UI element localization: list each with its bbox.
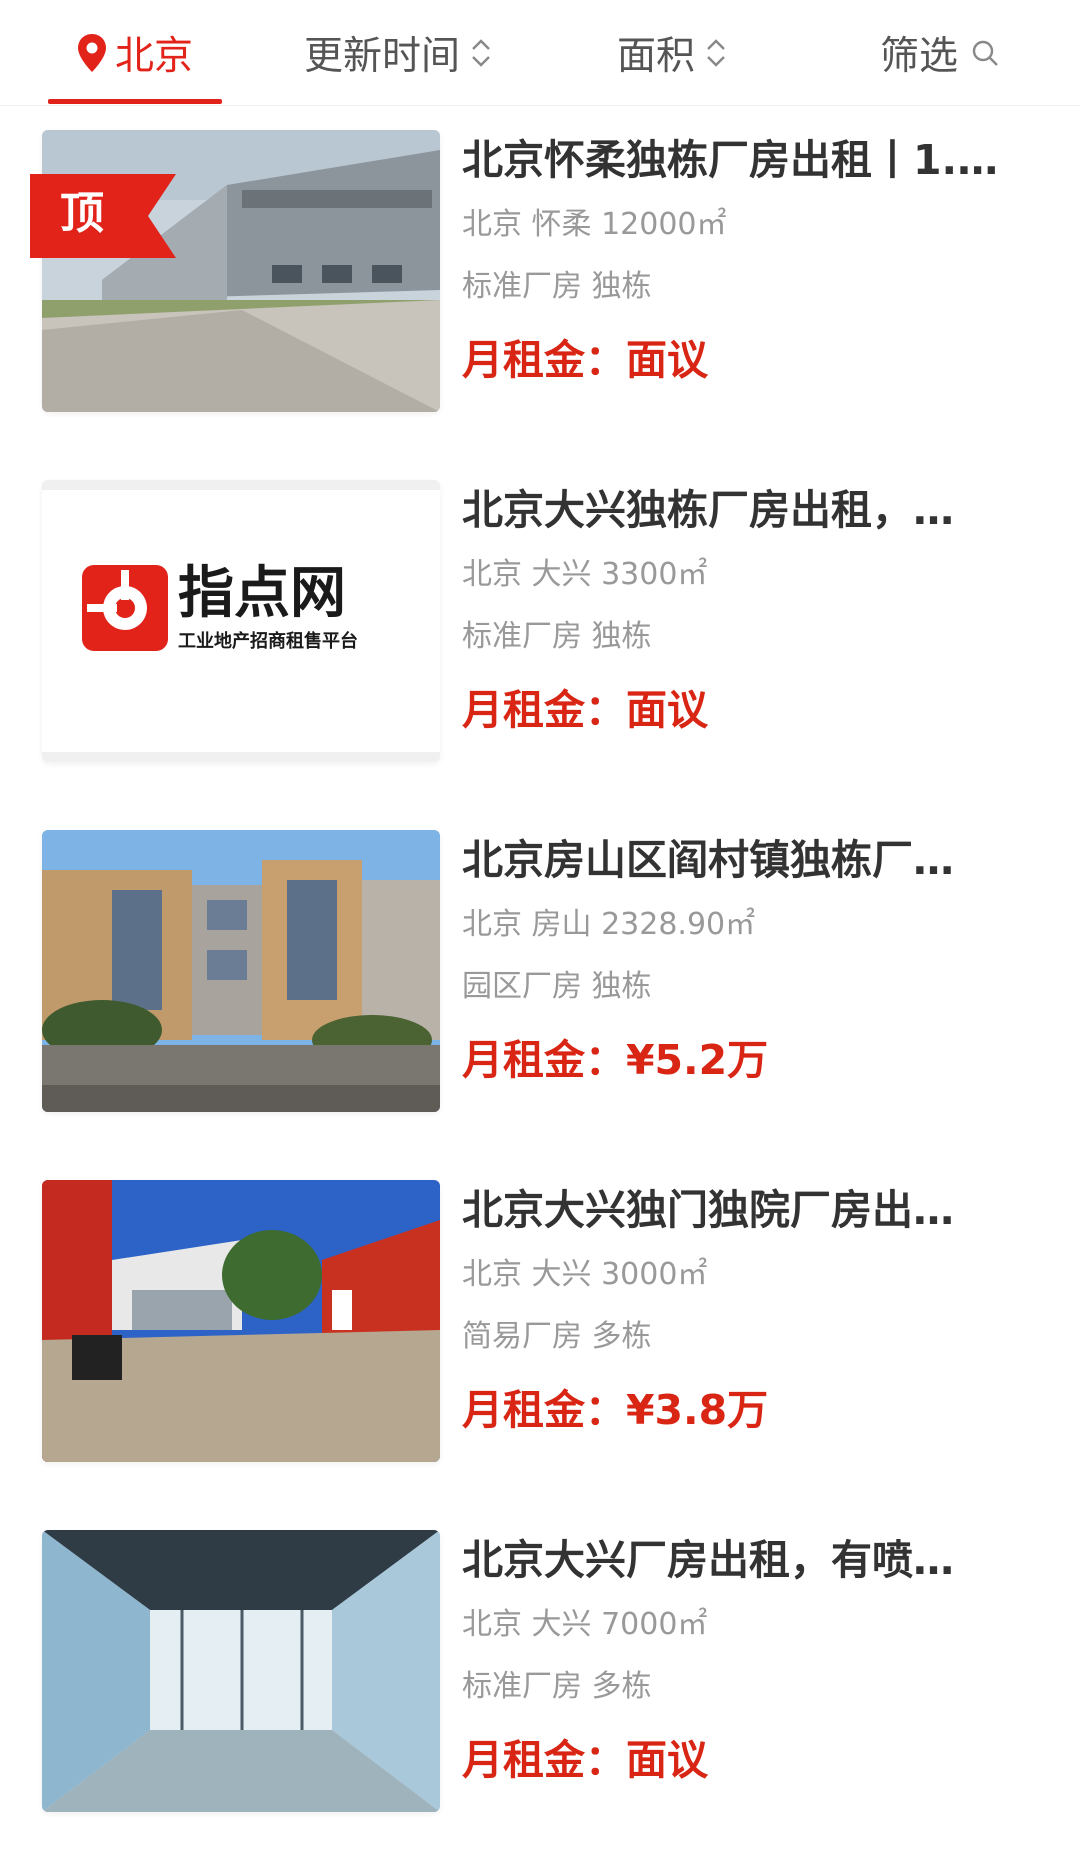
listing-location: 北京 大兴 7000㎡ bbox=[462, 1607, 708, 1642]
price-value: ¥3.8万 bbox=[626, 1386, 769, 1434]
courtyard-photo bbox=[42, 1180, 440, 1462]
listing-thumbnail[interactable]: 指点网 工业地产招商租售平台 bbox=[42, 480, 440, 762]
sort-updown-icon bbox=[472, 39, 490, 67]
listing-tags: 标准厂房 独栋 bbox=[462, 619, 652, 654]
price-label: 月租金： bbox=[462, 336, 626, 384]
listing-card[interactable]: 顶 北京怀柔独栋厂房出租丨1.… 北京 怀柔 12000㎡ 标准厂房 独栋 月租… bbox=[0, 106, 1080, 456]
sort-updown-icon bbox=[707, 39, 725, 67]
listing-price: 月租金：¥5.2万 bbox=[462, 1024, 1052, 1096]
listing-card[interactable]: 北京房山区阎村镇独栋厂… 北京 房山 2328.90㎡ 园区厂房 独栋 月租金：… bbox=[0, 806, 1080, 1156]
listing-location: 北京 大兴 3000㎡ bbox=[462, 1257, 708, 1292]
tab-sort-area[interactable]: 面积 bbox=[598, 0, 746, 106]
top-badge-label-wrap: 顶 bbox=[30, 174, 176, 258]
listing-title[interactable]: 北京怀柔独栋厂房出租丨1.… bbox=[462, 130, 1052, 190]
warehouse-photo bbox=[42, 130, 440, 412]
active-tab-underline bbox=[48, 99, 222, 104]
filter-bar: 北京 更新时间 面积 筛选 bbox=[0, 0, 1080, 106]
price-value: 面议 bbox=[626, 1736, 708, 1784]
listing-tags: 标准厂房 多栋 bbox=[462, 1669, 652, 1704]
listing-title[interactable]: 北京房山区阎村镇独栋厂… bbox=[462, 830, 1052, 890]
price-label: 月租金： bbox=[462, 686, 626, 734]
logo-subtitle: 工业地产招商租售平台 bbox=[178, 631, 358, 652]
listing-price: 月租金：面议 bbox=[462, 324, 1052, 396]
listing-info: 北京大兴厂房出租，有喷… 北京 大兴 7000㎡ 标准厂房 多栋 月租金：面议 bbox=[462, 1530, 1052, 1796]
listing-location: 北京 怀柔 12000㎡ bbox=[462, 207, 727, 242]
warehouse-interior-photo bbox=[42, 1530, 440, 1812]
listing-card[interactable]: 指点网 工业地产招商租售平台 北京大兴独栋厂房出租，… 北京 大兴 3300㎡ … bbox=[0, 456, 1080, 806]
listing-title[interactable]: 北京大兴厂房出租，有喷… bbox=[462, 1530, 1052, 1590]
office-building-photo bbox=[42, 830, 440, 1112]
listing-tags: 简易厂房 多栋 bbox=[462, 1319, 652, 1354]
listing-title[interactable]: 北京大兴独栋厂房出租，… bbox=[462, 480, 1052, 540]
listing-location: 北京 大兴 3300㎡ bbox=[462, 557, 708, 592]
listing-title[interactable]: 北京大兴独门独院厂房出… bbox=[462, 1180, 1052, 1240]
price-label: 月租金： bbox=[462, 1036, 626, 1084]
tab-city[interactable]: 北京 bbox=[48, 0, 222, 106]
listing-info: 北京大兴独栋厂房出租，… 北京 大兴 3300㎡ 标准厂房 独栋 月租金：面议 bbox=[462, 480, 1052, 746]
listing-info: 北京房山区阎村镇独栋厂… 北京 房山 2328.90㎡ 园区厂房 独栋 月租金：… bbox=[462, 830, 1052, 1096]
listing-thumbnail[interactable] bbox=[42, 1530, 440, 1812]
listing-price: 月租金：面议 bbox=[462, 1724, 1052, 1796]
price-label: 月租金： bbox=[462, 1386, 626, 1434]
price-value: ¥5.2万 bbox=[626, 1036, 769, 1084]
listing-card[interactable]: 北京大兴独门独院厂房出… 北京 大兴 3000㎡ 简易厂房 多栋 月租金：¥3.… bbox=[0, 1156, 1080, 1506]
tab-sort-area-label: 面积 bbox=[616, 34, 695, 79]
listing-tags: 园区厂房 独栋 bbox=[462, 969, 652, 1004]
tab-sort-update-time-label: 更新时间 bbox=[303, 34, 460, 79]
listing-info: 北京大兴独门独院厂房出… 北京 大兴 3000㎡ 简易厂房 多栋 月租金：¥3.… bbox=[462, 1180, 1052, 1446]
listing-thumbnail[interactable] bbox=[42, 1180, 440, 1462]
listing-price: 月租金：面议 bbox=[462, 674, 1052, 746]
listing-card[interactable]: 北京大兴厂房出租，有喷… 北京 大兴 7000㎡ 标准厂房 多栋 月租金：面议 bbox=[0, 1506, 1080, 1856]
listing-thumbnail[interactable] bbox=[42, 830, 440, 1112]
price-value: 面议 bbox=[626, 686, 708, 734]
listing-location: 北京 房山 2328.90㎡ bbox=[462, 907, 756, 942]
listing-info: 北京怀柔独栋厂房出租丨1.… 北京 怀柔 12000㎡ 标准厂房 独栋 月租金：… bbox=[462, 130, 1052, 396]
logo-name: 指点网 bbox=[178, 561, 346, 626]
tab-filter[interactable]: 筛选 bbox=[870, 0, 1010, 106]
price-label: 月租金： bbox=[462, 1736, 626, 1784]
tab-city-label: 北京 bbox=[114, 34, 193, 79]
top-badge-label: 顶 bbox=[60, 188, 104, 239]
tab-sort-update-time[interactable]: 更新时间 bbox=[288, 0, 508, 106]
listing-price: 月租金：¥3.8万 bbox=[462, 1374, 1052, 1446]
listing-thumbnail[interactable] bbox=[42, 130, 440, 412]
location-pin-icon bbox=[77, 34, 106, 72]
search-icon bbox=[972, 40, 998, 66]
price-value: 面议 bbox=[626, 336, 708, 384]
tab-filter-label: 筛选 bbox=[879, 34, 958, 79]
listing-tags: 标准厂房 独栋 bbox=[462, 269, 652, 304]
